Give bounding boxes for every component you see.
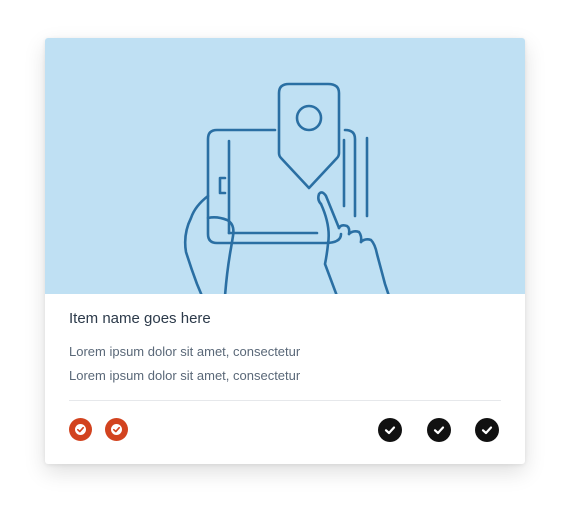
item-title: Item name goes here — [69, 310, 211, 327]
item-description-line: Lorem ipsum dolor sit amet, consectetur — [69, 344, 301, 359]
divider — [69, 400, 501, 401]
check-circle-icon[interactable] — [427, 418, 451, 442]
check-badge-icon — [105, 418, 128, 441]
hero-illustration — [45, 38, 525, 294]
check-circle-icon[interactable] — [475, 418, 499, 442]
check-badge-icon — [69, 418, 92, 441]
check-circle-icon[interactable] — [378, 418, 402, 442]
item-description-line: Lorem ipsum dolor sit amet, consectetur — [69, 368, 301, 383]
item-card: Item name goes here Lorem ipsum dolor si… — [45, 38, 525, 464]
